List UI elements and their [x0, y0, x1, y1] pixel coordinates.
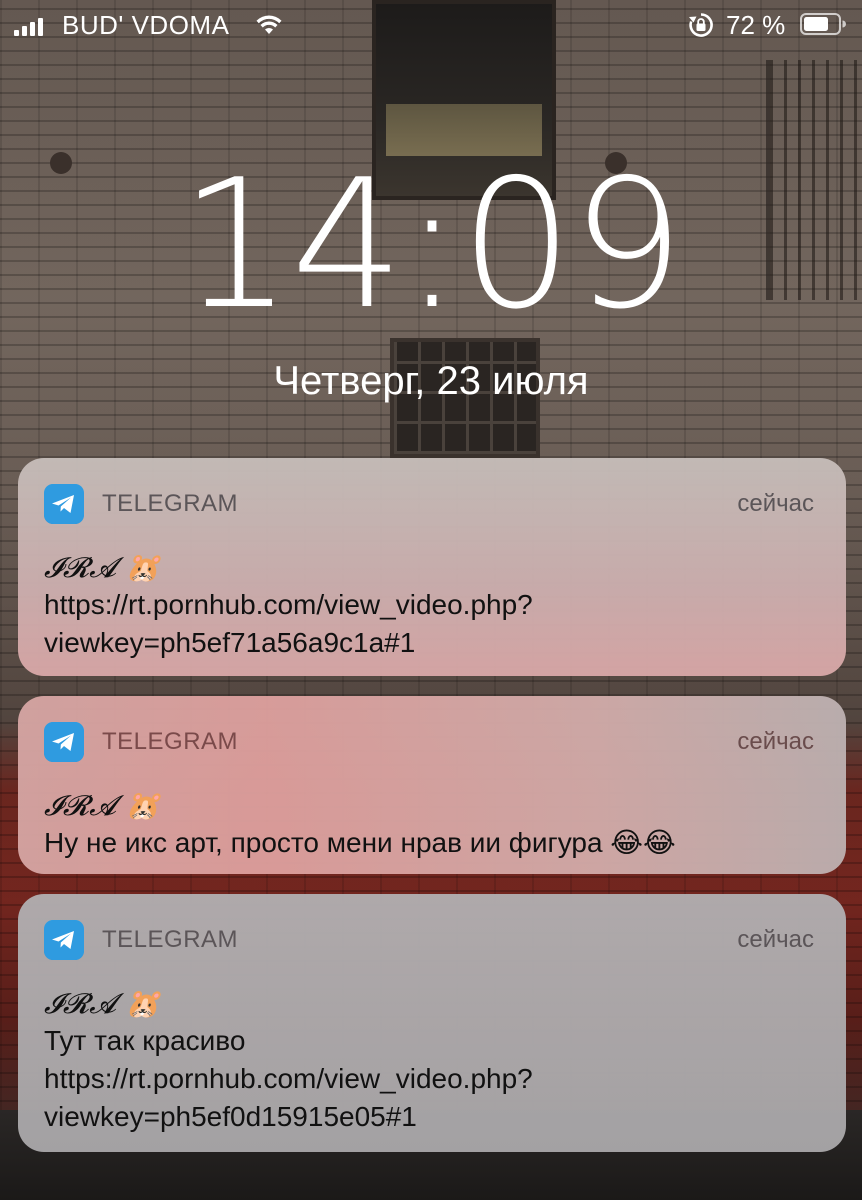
status-bar: BUD' VDOMA 72 %	[0, 0, 862, 50]
notification-sender: 𝓘𝓡𝓐 🐹	[44, 551, 160, 584]
notification-sender: 𝓘𝓡𝓐 🐹	[44, 789, 160, 822]
notification-time: сейчас	[737, 490, 814, 517]
telegram-icon	[44, 484, 84, 524]
telegram-icon	[44, 920, 84, 960]
notification-header: TELEGRAM сейчас	[44, 722, 818, 762]
notification-time: сейчас	[737, 926, 814, 953]
notification-body: Ну не икс арт, просто мени нрав ии фигур…	[44, 827, 676, 858]
signal-icon	[14, 16, 43, 36]
notification-header: TELEGRAM сейчас	[44, 920, 818, 960]
lock-screen-date: Четверг, 23 июля	[273, 359, 589, 403]
notification-body: https://rt.pornhub.com/view_video.php? v…	[44, 589, 533, 658]
lock-screen: BUD' VDOMA 72 % 14:09 Четверг, 23 июля T…	[0, 0, 862, 1200]
notification-sender: 𝓘𝓡𝓐 🐹	[44, 987, 160, 1020]
lock-screen-time: 14:09	[179, 141, 685, 348]
notification-body: Тут так красиво https://rt.pornhub.com/v…	[44, 1025, 533, 1132]
notification-app-name: TELEGRAM	[102, 490, 239, 517]
wifi-icon	[256, 15, 282, 34]
telegram-icon	[44, 722, 84, 762]
battery-percentage: 72 %	[726, 10, 786, 40]
notification-app-name: TELEGRAM	[102, 926, 239, 953]
notification-time: сейчас	[737, 728, 814, 755]
notification-card[interactable]: TELEGRAM сейчас 𝓘𝓡𝓐 🐹 Ну не икс арт, про…	[18, 696, 846, 874]
notification-card[interactable]: TELEGRAM сейчас 𝓘𝓡𝓐 🐹 Тут так красиво ht…	[18, 894, 846, 1152]
notification-card[interactable]: TELEGRAM сейчас 𝓘𝓡𝓐 🐹 https://rt.pornhub…	[18, 458, 846, 676]
battery-icon	[800, 13, 846, 35]
notification-header: TELEGRAM сейчас	[44, 484, 818, 524]
rotation-lock-icon	[689, 13, 713, 37]
carrier-name: BUD' VDOMA	[62, 10, 230, 40]
notification-app-name: TELEGRAM	[102, 728, 239, 755]
